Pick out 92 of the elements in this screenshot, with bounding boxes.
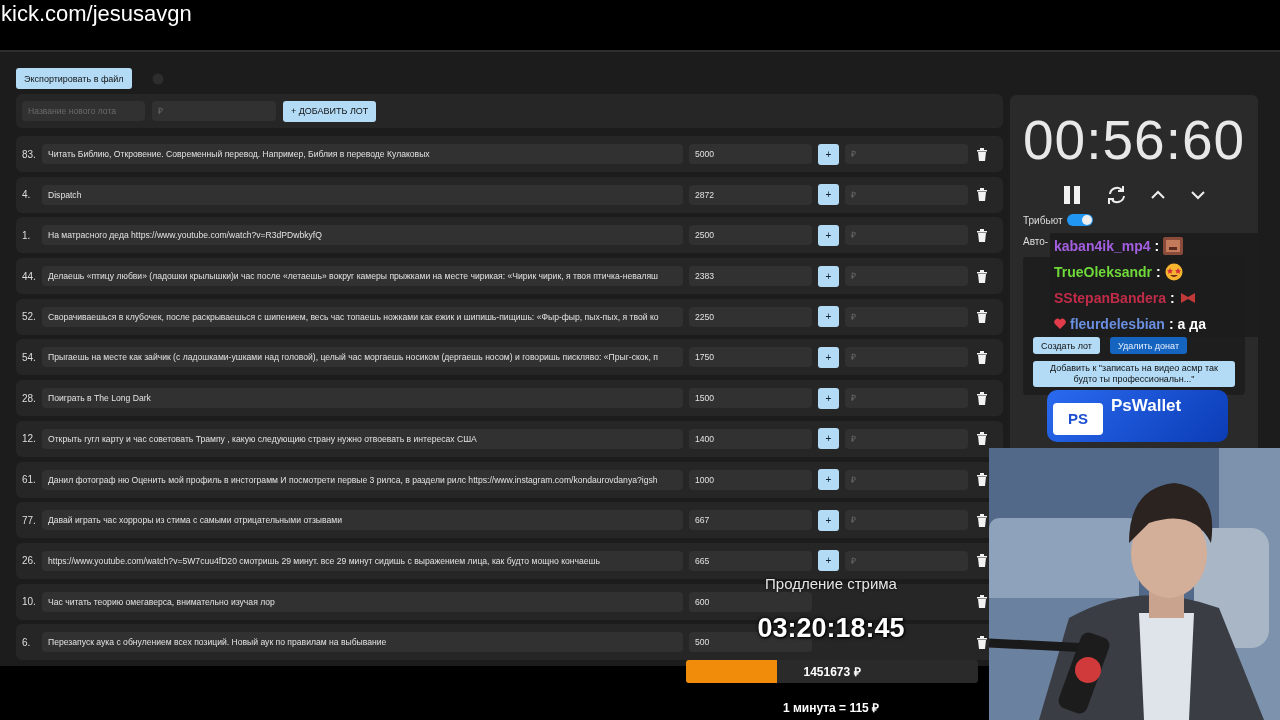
extension-title: Продление стрима — [765, 576, 897, 591]
lot-number: 1. — [22, 229, 32, 241]
refresh-icon[interactable] — [1106, 185, 1126, 205]
plus-button[interactable]: + — [818, 306, 839, 328]
plus-button[interactable]: + — [818, 387, 839, 409]
wallet-logo: PS — [1053, 403, 1103, 435]
plus-button[interactable]: + — [818, 469, 839, 490]
chat-separator: : — [1168, 316, 1174, 332]
add-to-lot-button[interactable]: Добавить к "записать на видео асмр так будто ты профессиональн..." — [1033, 361, 1235, 387]
trash-icon[interactable] — [976, 390, 988, 406]
chat-message: а да — [1177, 316, 1206, 332]
chat-separator: : — [1170, 290, 1175, 306]
pause-icon[interactable] — [1062, 185, 1082, 205]
chat-username: SStepanBandera — [1054, 290, 1167, 306]
trash-icon[interactable] — [976, 187, 988, 203]
lot-title-field[interactable]: Перезапуск аука с обнулением всех позиций. Новый аук по правилам на выбывание — [42, 632, 683, 653]
amount-field[interactable]: 2872 — [689, 184, 812, 205]
lot-number: 83. — [22, 148, 36, 160]
trash-icon[interactable] — [976, 268, 988, 284]
lot-title-field[interactable]: Прыгаешь на месте как зайчик (с ладошками-ушками над головой), целый час моргаешь носиком (дергаешь носом) и говоришь пискляво: «Прыг-скок, п — [42, 347, 683, 368]
toggle-label: Трибьют — [1023, 214, 1063, 226]
toggle-label: Авто- — [1023, 235, 1049, 247]
add-lot-button[interactable]: + ДОБАВИТЬ ЛОТ — [283, 100, 377, 122]
lot-number: 26. — [22, 555, 36, 567]
trash-icon[interactable] — [976, 553, 988, 569]
amount-field[interactable]: 1400 — [689, 428, 812, 449]
plus-button[interactable]: + — [818, 184, 839, 206]
trash-icon[interactable] — [976, 594, 988, 610]
lot-title-field[interactable]: На матрасного деда https://www.youtube.com/watch?v=R3dPDwbkyfQ — [42, 225, 683, 246]
amount-field[interactable]: 667 — [689, 510, 812, 531]
lot-title-field[interactable]: https://www.youtube.com/watch?v=5W7cuu4fD20 смотришь 29 минут. все 29 минут сидишь с выражением лица, как будто мощно кончаешь — [42, 550, 683, 571]
lot-title-field[interactable]: Открыть гугл карту и час советовать Трампу , какую следующию страну нужно отвоевать в интересах США — [42, 428, 683, 449]
chevron-down-icon[interactable] — [1190, 188, 1206, 202]
lot-number: 61. — [22, 474, 36, 485]
lot-title-field[interactable]: Читать Библию, Откровение. Современный перевод. Например, Библия в переводе Кулаковых — [42, 144, 683, 164]
lot-title-field[interactable]: Данил фотограф ню Оценить мой профиль в инстограмм И посмотрети первые 3 рилса, в раздели рилс https://www.instagram.com/kondaurovdanya?igsh — [42, 469, 683, 490]
lot-number: 28. — [22, 392, 36, 404]
url-text: kick.com/jesusavgn — [1, 0, 192, 28]
lot-title-field[interactable]: Поиграть в The Long Dark — [42, 388, 683, 409]
chat-username: fleurdelesbian — [1070, 316, 1165, 332]
goal-amount: 1451673 ₽ — [803, 664, 861, 680]
lot-title-field[interactable]: Делаешь «птицу любви» (ладошки крылышки)и час после «летаешь» вокруг камеры прыжками на месте чирикая: «Чирик чирик, я твоя птичка-неваляш — [42, 266, 683, 287]
amount-field[interactable]: 1500 — [689, 388, 812, 409]
toggle-switch[interactable] — [1066, 214, 1093, 226]
plus-button[interactable]: + — [818, 346, 839, 368]
plus-button[interactable]: + — [818, 428, 839, 450]
lot-title-field[interactable]: Dispatch — [42, 184, 683, 205]
lot-number: 52. — [22, 311, 36, 323]
chat-username: TrueOleksandr — [1054, 264, 1153, 280]
wallet-name: PsWallet — [1111, 396, 1182, 416]
lot-number: 54. — [22, 351, 36, 363]
emote-icon — [1163, 237, 1184, 255]
trash-icon[interactable] — [976, 634, 988, 650]
lot-number: 4. — [22, 189, 32, 201]
chat-separator: : — [1156, 264, 1161, 280]
plus-button[interactable]: + — [818, 509, 839, 531]
amount-field[interactable]: 1750 — [689, 347, 812, 368]
create-lot-button[interactable]: Создать лот — [1033, 337, 1100, 354]
trash-icon[interactable] — [976, 309, 988, 325]
emoji-icon — [1164, 263, 1185, 281]
amount-field[interactable]: 600 — [689, 591, 812, 612]
lot-number: 6. — [22, 636, 32, 648]
amount-field[interactable]: 2383 — [689, 266, 812, 287]
chat-username: kaban4ik_mp4 — [1054, 238, 1151, 254]
trash-icon[interactable] — [976, 512, 988, 528]
plus-button[interactable]: + — [818, 224, 839, 246]
lot-title-field[interactable]: Давай играть час хорроры из стима с самыми отрицательными отзывами — [42, 510, 683, 531]
amount-field[interactable]: 2250 — [689, 306, 812, 327]
trash-icon[interactable] — [976, 431, 988, 447]
rate-text: 1 минута = 115 ₽ — [781, 700, 881, 716]
amount-field[interactable]: 2500 — [689, 225, 812, 246]
trash-icon[interactable] — [976, 227, 988, 243]
chat-separator: : — [1154, 238, 1160, 254]
trash-icon[interactable] — [976, 472, 988, 487]
timer-text: 00:56:60 — [1023, 110, 1245, 170]
lot-number: 77. — [22, 514, 36, 526]
lot-title-field[interactable]: Сворачиваешься в клубочек, после раскрываешься с шипением, весь час топаешь ножками как ежик и шипишь-пищишь: «Фыр-фыр, пых-пых, я твой ко — [42, 306, 683, 327]
lot-number: 10. — [22, 596, 36, 608]
trash-icon[interactable] — [976, 146, 988, 162]
trash-icon[interactable] — [976, 349, 988, 365]
lot-number: 12. — [22, 433, 36, 445]
heart-icon — [1054, 318, 1066, 330]
amount-field[interactable]: 665 — [689, 550, 812, 571]
lot-number: 44. — [22, 270, 36, 282]
amount-field[interactable]: 1000 — [689, 469, 812, 490]
plus-button[interactable]: + — [818, 265, 839, 287]
lot-title-field[interactable]: Час читать теорию омегаверса, внимательно изучая лор — [42, 591, 683, 612]
export-button[interactable]: Экспортировать в файл — [16, 68, 132, 89]
amount-field[interactable]: 5000 — [689, 144, 812, 164]
plus-button[interactable]: + — [818, 550, 839, 572]
plus-button[interactable]: + — [818, 143, 839, 165]
delete-donation-button[interactable]: Удалить донат — [1110, 337, 1188, 354]
